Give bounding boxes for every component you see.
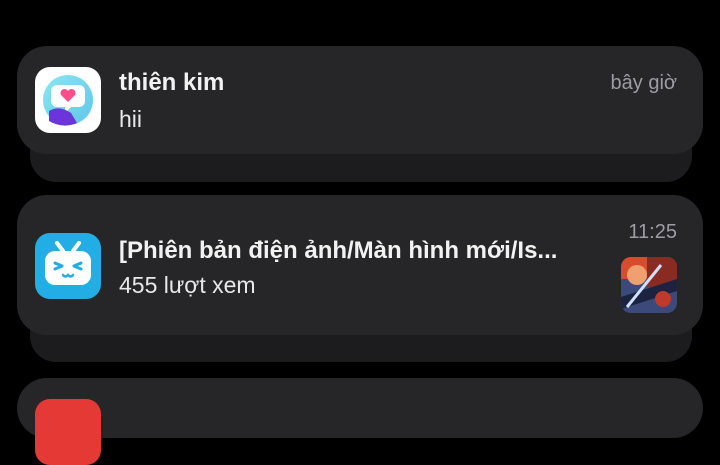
notification-time: bây giờ [610, 72, 677, 94]
notification-message: hii [119, 106, 143, 132]
notification-title: [Phiên bản điện ảnh/Màn hình mới/Is... [119, 237, 558, 264]
notification-card[interactable] [17, 378, 703, 465]
notification-card[interactable]: [Phiên bản điện ảnh/Màn hình mới/Is... 4… [17, 195, 703, 335]
notification-time: 11:25 [628, 221, 677, 243]
bilibili-tv-icon [35, 233, 101, 299]
notification-card[interactable]: thiên kim hii bây giờ [17, 46, 703, 154]
notification-title: thiên kim [119, 69, 225, 96]
notification-message: 455 lượt xem [119, 272, 256, 298]
video-thumbnail [621, 257, 677, 313]
heart-chat-app-icon [35, 67, 101, 133]
app-icon [35, 399, 101, 465]
